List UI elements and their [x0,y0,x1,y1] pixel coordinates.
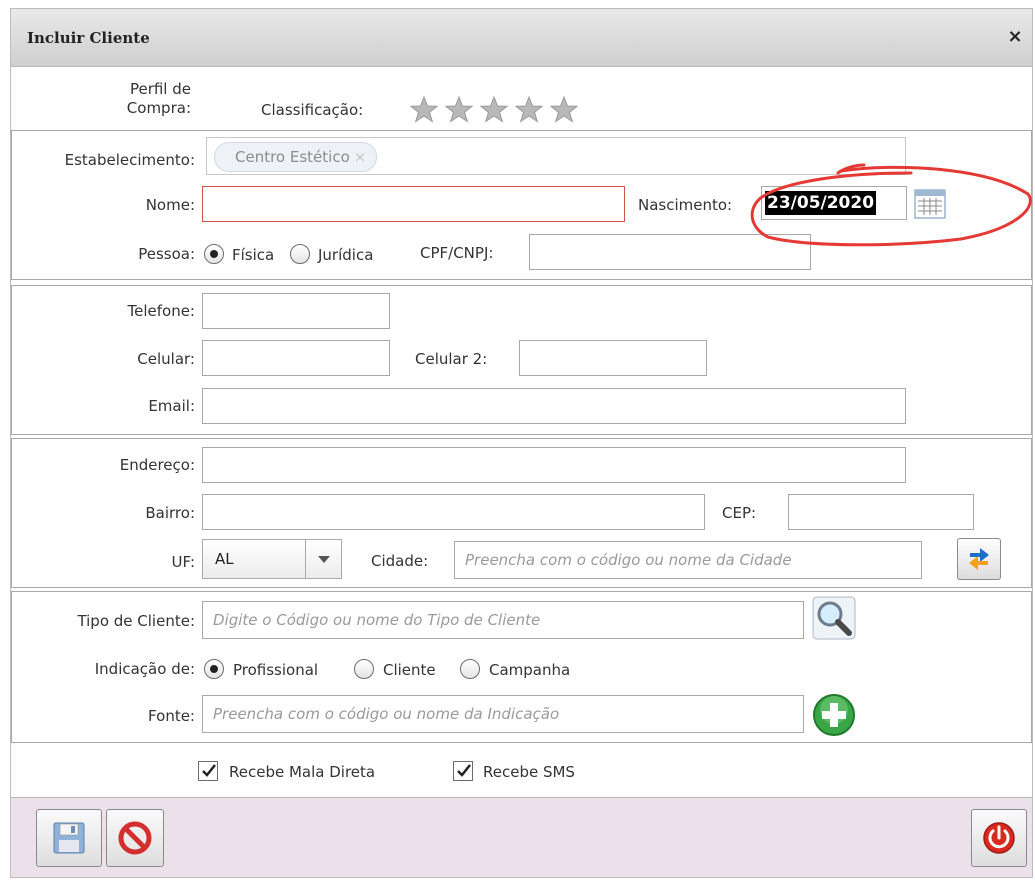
rating-star-1-icon[interactable] [409,95,439,125]
rating-star-4-icon[interactable] [514,95,544,125]
mala-direta-checkbox[interactable] [198,761,218,781]
telefone-input[interactable] [202,293,390,329]
save-button[interactable] [36,809,102,867]
indicacao-campanha-label: Campanha [489,661,571,679]
bairro-label: Bairro: [145,504,195,522]
estabelecimento-tag[interactable]: Centro Estético × [214,142,378,172]
red-annotation-circle [750,163,1032,247]
sms-checkbox[interactable] [453,761,473,781]
chevron-down-icon[interactable] [305,540,341,578]
tipo-cliente-label: Tipo de Cliente: [77,612,195,630]
celular2-input[interactable] [519,340,707,376]
uf-label: UF: [171,553,196,571]
check-icon [457,764,471,777]
rating-star-5-icon[interactable] [549,95,579,125]
pessoa-label: Pessoa: [138,245,195,263]
endereco-label: Endereço: [119,456,195,474]
celular2-label: Celular 2: [415,350,488,368]
pessoa-juridica-label: Jurídica [318,246,374,264]
cpf-cnpj-label: CPF/CNPJ: [420,244,494,262]
bairro-input[interactable] [202,494,705,530]
dialog-titlebar: Incluir Cliente × [11,9,1032,67]
incluir-cliente-dialog: Incluir Cliente × Perfil de Compra: Clas… [10,8,1033,878]
pessoa-fisica-radio[interactable] [204,244,224,264]
indicacao-profissional-radio[interactable] [204,659,224,679]
cidade-label: Cidade: [371,552,429,570]
telefone-label: Telefone: [127,302,196,320]
celular-input[interactable] [202,340,390,376]
dialog-title: Incluir Cliente [27,29,150,47]
cep-label: CEP: [722,504,757,522]
uf-selected-value: AL [215,550,234,568]
nome-input[interactable] [202,186,625,222]
endereco-input[interactable] [202,447,906,483]
email-input[interactable] [202,388,906,424]
pessoa-juridica-radio[interactable] [290,244,310,264]
swap-arrows-icon [969,548,989,570]
cep-input[interactable] [788,494,974,530]
search-icon[interactable] [811,595,857,641]
mala-direta-label: Recebe Mala Direta [229,763,376,781]
check-icon [202,764,216,777]
floppy-disk-icon [53,822,85,854]
pessoa-fisica-label: Física [232,246,275,264]
power-off-button[interactable] [971,809,1027,867]
fonte-input[interactable] [202,695,804,733]
no-entry-icon [118,821,152,855]
email-label: Email: [148,397,195,415]
cidade-input[interactable] [454,541,922,579]
nome-label: Nome: [145,196,195,214]
classificacao-label: Classificação: [261,101,364,119]
indicacao-label: Indicação de: [94,660,195,678]
power-icon [983,822,1015,854]
indicacao-profissional-label: Profissional [233,661,319,679]
sms-label: Recebe SMS [483,763,575,781]
indicacao-cliente-radio[interactable] [354,659,374,679]
cidade-lookup-button[interactable] [957,538,1001,580]
dialog-footer [11,797,1032,877]
tipo-cliente-input[interactable] [202,601,804,639]
rating-star-3-icon[interactable] [479,95,509,125]
nascimento-label: Nascimento: [638,196,733,214]
cancel-button[interactable] [106,809,164,867]
perfil-compra-label: Perfil de Compra: [126,80,191,117]
estabelecimento-label: Estabelecimento: [64,151,195,169]
indicacao-cliente-label: Cliente [383,661,436,679]
indicacao-campanha-radio[interactable] [460,659,480,679]
rating-star-2-icon[interactable] [444,95,474,125]
add-icon[interactable] [811,692,857,738]
fonte-label: Fonte: [148,707,195,725]
celular-label: Celular: [137,350,195,368]
tag-remove-icon[interactable]: × [354,148,367,166]
close-icon[interactable]: × [1004,26,1026,48]
uf-select[interactable]: AL [202,539,342,579]
